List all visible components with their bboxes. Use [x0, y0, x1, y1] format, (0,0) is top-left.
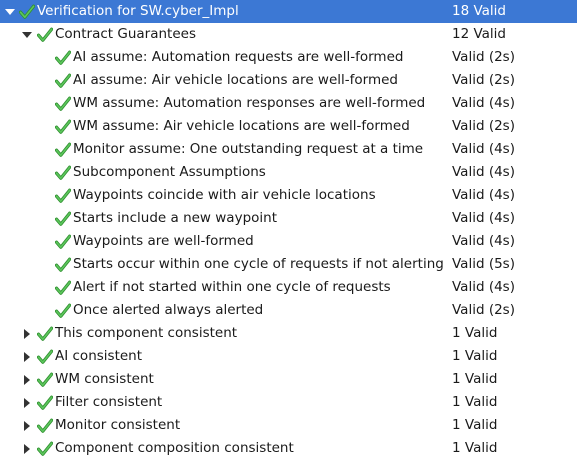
row-status: 1 Valid: [452, 371, 498, 387]
row-label: Component composition consistent: [55, 440, 294, 456]
check-icon: [37, 349, 53, 364]
row-status: Valid (2s): [452, 72, 515, 88]
tree-row-group[interactable]: WM consistent 1 Valid: [0, 368, 577, 391]
row-status: 1 Valid: [452, 348, 498, 364]
row-label: Subcomponent Assumptions: [73, 164, 266, 180]
row-label: Filter consistent: [55, 394, 163, 410]
row-label: Starts occur within one cycle of request…: [73, 256, 444, 272]
row-label: Alert if not started within one cycle of…: [73, 279, 391, 295]
tree-row-leaf[interactable]: Alert if not started within one cycle of…: [0, 276, 577, 299]
tree-row-leaf[interactable]: Waypoints are well-formed Valid (4s): [0, 230, 577, 253]
tree-row-leaf[interactable]: AI assume: Automation requests are well-…: [0, 46, 577, 69]
tree-row-group[interactable]: Component composition consistent 1 Valid: [0, 437, 577, 460]
row-status: Valid (4s): [452, 164, 515, 180]
expand-toggle[interactable]: [21, 414, 33, 437]
tree-row-group[interactable]: This component consistent 1 Valid: [0, 322, 577, 345]
row-status: Valid (4s): [452, 210, 515, 226]
row-status: Valid (4s): [452, 233, 515, 249]
tree-row-leaf[interactable]: AI assume: Air vehicle locations are wel…: [0, 69, 577, 92]
tree-row-leaf[interactable]: Monitor assume: One outstanding request …: [0, 138, 577, 161]
check-icon: [55, 73, 71, 88]
check-icon: [37, 418, 53, 433]
check-icon: [37, 326, 53, 341]
check-icon: [19, 4, 35, 19]
check-icon: [55, 96, 71, 111]
check-icon: [55, 280, 71, 295]
row-status: Valid (2s): [452, 302, 515, 318]
check-icon: [37, 372, 53, 387]
check-icon: [37, 441, 53, 456]
row-status: 1 Valid: [452, 394, 498, 410]
row-label: This component consistent: [55, 325, 238, 341]
tree-row-leaf[interactable]: WM assume: Air vehicle locations are wel…: [0, 115, 577, 138]
tree-row-contract-guarantees[interactable]: Contract Guarantees 12 Valid: [0, 23, 577, 46]
row-status: Valid (2s): [452, 49, 515, 65]
row-status: Valid (4s): [452, 141, 515, 157]
tree-row-leaf[interactable]: WM assume: Automation responses are well…: [0, 92, 577, 115]
check-icon: [55, 119, 71, 134]
tree-row-group[interactable]: Monitor consistent 1 Valid: [0, 414, 577, 437]
row-label: Once alerted always alerted: [73, 302, 264, 318]
row-status: Valid (5s): [452, 256, 515, 272]
check-icon: [55, 188, 71, 203]
check-icon: [55, 234, 71, 249]
expand-toggle[interactable]: [21, 437, 33, 460]
row-label: AI consistent: [55, 348, 143, 364]
check-icon: [55, 50, 71, 65]
expand-toggle[interactable]: [21, 322, 33, 345]
row-status: 1 Valid: [452, 440, 498, 456]
row-status: Valid (2s): [452, 118, 515, 134]
row-label: WM consistent: [55, 371, 154, 387]
row-label: Waypoints coincide with air vehicle loca…: [73, 187, 376, 203]
row-status: 1 Valid: [452, 417, 498, 433]
row-label: WM assume: Air vehicle locations are wel…: [73, 118, 410, 134]
tree-row-leaf[interactable]: Once alerted always alerted Valid (2s): [0, 299, 577, 322]
tree-row-leaf[interactable]: Subcomponent Assumptions Valid (4s): [0, 161, 577, 184]
check-icon: [55, 303, 71, 318]
tree-row-leaf[interactable]: Starts include a new waypoint Valid (4s): [0, 207, 577, 230]
check-icon: [55, 142, 71, 157]
row-status: 12 Valid: [452, 26, 506, 42]
check-icon: [37, 395, 53, 410]
expand-toggle[interactable]: [21, 345, 33, 368]
tree-row-leaf[interactable]: Waypoints coincide with air vehicle loca…: [0, 184, 577, 207]
row-label: Contract Guarantees: [55, 26, 196, 42]
row-label: Monitor assume: One outstanding request …: [73, 141, 424, 157]
expand-toggle[interactable]: [21, 391, 33, 414]
expand-toggle[interactable]: [21, 23, 33, 46]
row-status: Valid (4s): [452, 187, 515, 203]
row-label: Waypoints are well-formed: [73, 233, 254, 249]
row-label: AI assume: Air vehicle locations are wel…: [73, 72, 398, 88]
row-label: Starts include a new waypoint: [73, 210, 277, 226]
tree-row-group[interactable]: Filter consistent 1 Valid: [0, 391, 577, 414]
row-status: Valid (4s): [452, 279, 515, 295]
row-label: AI assume: Automation requests are well-…: [73, 49, 404, 65]
verification-results-tree: Verification for SW.cyber_Impl 18 Valid …: [0, 0, 577, 468]
row-label: WM assume: Automation responses are well…: [73, 95, 426, 111]
row-label: Monitor consistent: [55, 417, 181, 433]
row-status: 18 Valid: [452, 3, 506, 19]
check-icon: [55, 257, 71, 272]
row-status: Valid (4s): [452, 95, 515, 111]
row-status: 1 Valid: [452, 325, 498, 341]
tree-row-leaf[interactable]: Starts occur within one cycle of request…: [0, 253, 577, 276]
row-label: Verification for SW.cyber_Impl: [37, 3, 239, 19]
expand-toggle[interactable]: [21, 368, 33, 391]
expand-toggle[interactable]: [4, 0, 16, 23]
tree-row-group[interactable]: AI consistent 1 Valid: [0, 345, 577, 368]
check-icon: [55, 165, 71, 180]
check-icon: [37, 27, 53, 42]
check-icon: [55, 211, 71, 226]
tree-row-root[interactable]: Verification for SW.cyber_Impl 18 Valid: [0, 0, 577, 23]
